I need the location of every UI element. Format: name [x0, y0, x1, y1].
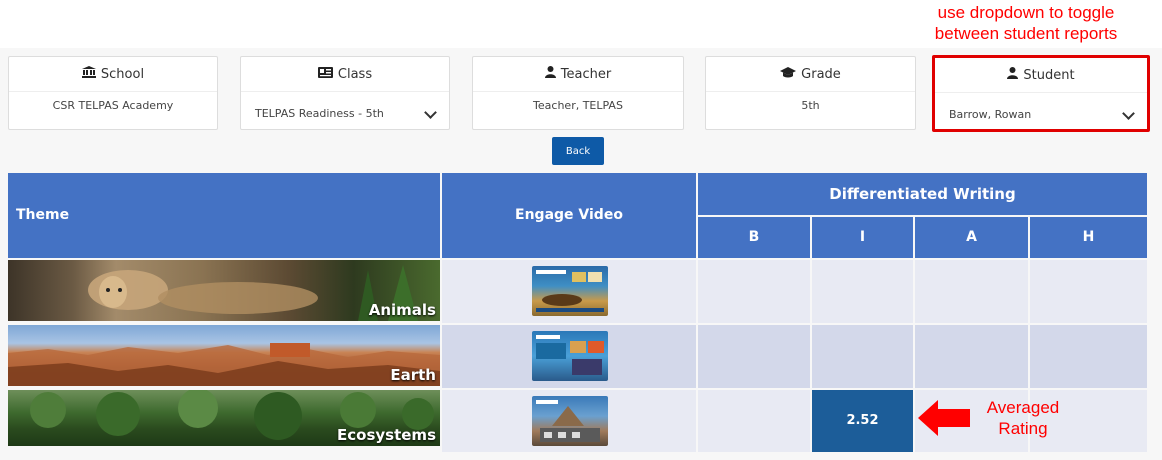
grade-card: Grade 5th: [705, 56, 916, 130]
earth-video-thumbnail[interactable]: [532, 331, 608, 381]
level-h-header: H: [1030, 217, 1147, 258]
rating-cell-b: [698, 390, 810, 452]
teacher-label: Teacher: [560, 67, 612, 82]
id-card-icon: [317, 57, 333, 91]
rating-cell-h: [1030, 260, 1147, 323]
student-card-header: Student: [935, 58, 1147, 93]
animals-theme-label: Animals: [368, 301, 436, 319]
class-select-value: TELPAS Readiness - 5th: [255, 107, 384, 120]
graduation-cap-icon: [780, 57, 797, 91]
differentiated-writing-header: Differentiated Writing: [698, 173, 1147, 215]
chevron-down-icon[interactable]: [1122, 107, 1135, 120]
level-b-header: B: [698, 217, 810, 258]
rating-annotation: Averaged Rating: [978, 397, 1068, 439]
student-label: Student: [1023, 68, 1075, 83]
rating-cell-i: [812, 325, 913, 388]
school-card-header: School: [9, 57, 217, 92]
rating-cell-h: [1030, 325, 1147, 388]
level-a-header: A: [915, 217, 1028, 258]
institution-icon: [81, 57, 96, 91]
rating-cell-b: [698, 260, 810, 323]
animals-theme-image[interactable]: Animals: [8, 260, 440, 321]
user-icon: [1007, 58, 1019, 92]
rating-cell-b: [698, 325, 810, 388]
ecosystems-video-thumbnail[interactable]: [532, 396, 608, 446]
rating-cell-a: [915, 325, 1028, 388]
red-arrow-icon: [918, 400, 972, 436]
user-icon: [544, 57, 556, 91]
earth-theme-image[interactable]: Earth: [8, 325, 440, 386]
grade-card-header: Grade: [706, 57, 915, 92]
class-card-header: Class: [241, 57, 449, 92]
back-button[interactable]: Back: [552, 137, 604, 165]
class-label: Class: [337, 67, 373, 82]
school-card: School CSR TELPAS Academy: [8, 56, 218, 130]
teacher-card: Teacher Teacher, TELPAS: [472, 56, 684, 130]
grade-label: Grade: [801, 67, 841, 82]
rating-cell-a: [915, 260, 1028, 323]
grade-value: 5th: [801, 99, 820, 112]
rating-annotation-line1: Averaged: [986, 398, 1060, 417]
ecosystems-theme-label: Ecosystems: [337, 426, 436, 444]
ecosystems-theme-image[interactable]: Ecosystems: [8, 390, 440, 446]
student-select-value: Barrow, Rowan: [949, 108, 1032, 121]
rating-annotation-line2: Rating: [998, 419, 1048, 438]
class-card[interactable]: Class TELPAS Readiness - 5th: [240, 56, 450, 130]
theme-header: Theme: [8, 173, 440, 258]
student-card[interactable]: Student Barrow, Rowan: [932, 55, 1150, 132]
level-i-header: I: [812, 217, 913, 258]
teacher-value: Teacher, TELPAS: [533, 99, 623, 112]
student-select[interactable]: Barrow, Rowan: [935, 93, 1147, 129]
teacher-card-header: Teacher: [473, 57, 683, 92]
chevron-down-icon[interactable]: [424, 106, 437, 119]
animals-video-thumbnail[interactable]: [532, 266, 608, 316]
averaged-rating-cell[interactable]: 2.52: [812, 390, 913, 452]
earth-theme-label: Earth: [390, 366, 436, 384]
dropdown-annotation-line1: use dropdown to toggle: [937, 3, 1115, 22]
school-label: School: [100, 67, 145, 82]
dropdown-annotation-line2: between student reports: [934, 24, 1118, 43]
school-value: CSR TELPAS Academy: [52, 99, 174, 112]
class-select[interactable]: TELPAS Readiness - 5th: [241, 92, 449, 128]
rating-cell-i: [812, 260, 913, 323]
dropdown-annotation: use dropdown to toggle between student r…: [906, 2, 1146, 44]
engage-video-header: Engage Video: [442, 173, 696, 258]
